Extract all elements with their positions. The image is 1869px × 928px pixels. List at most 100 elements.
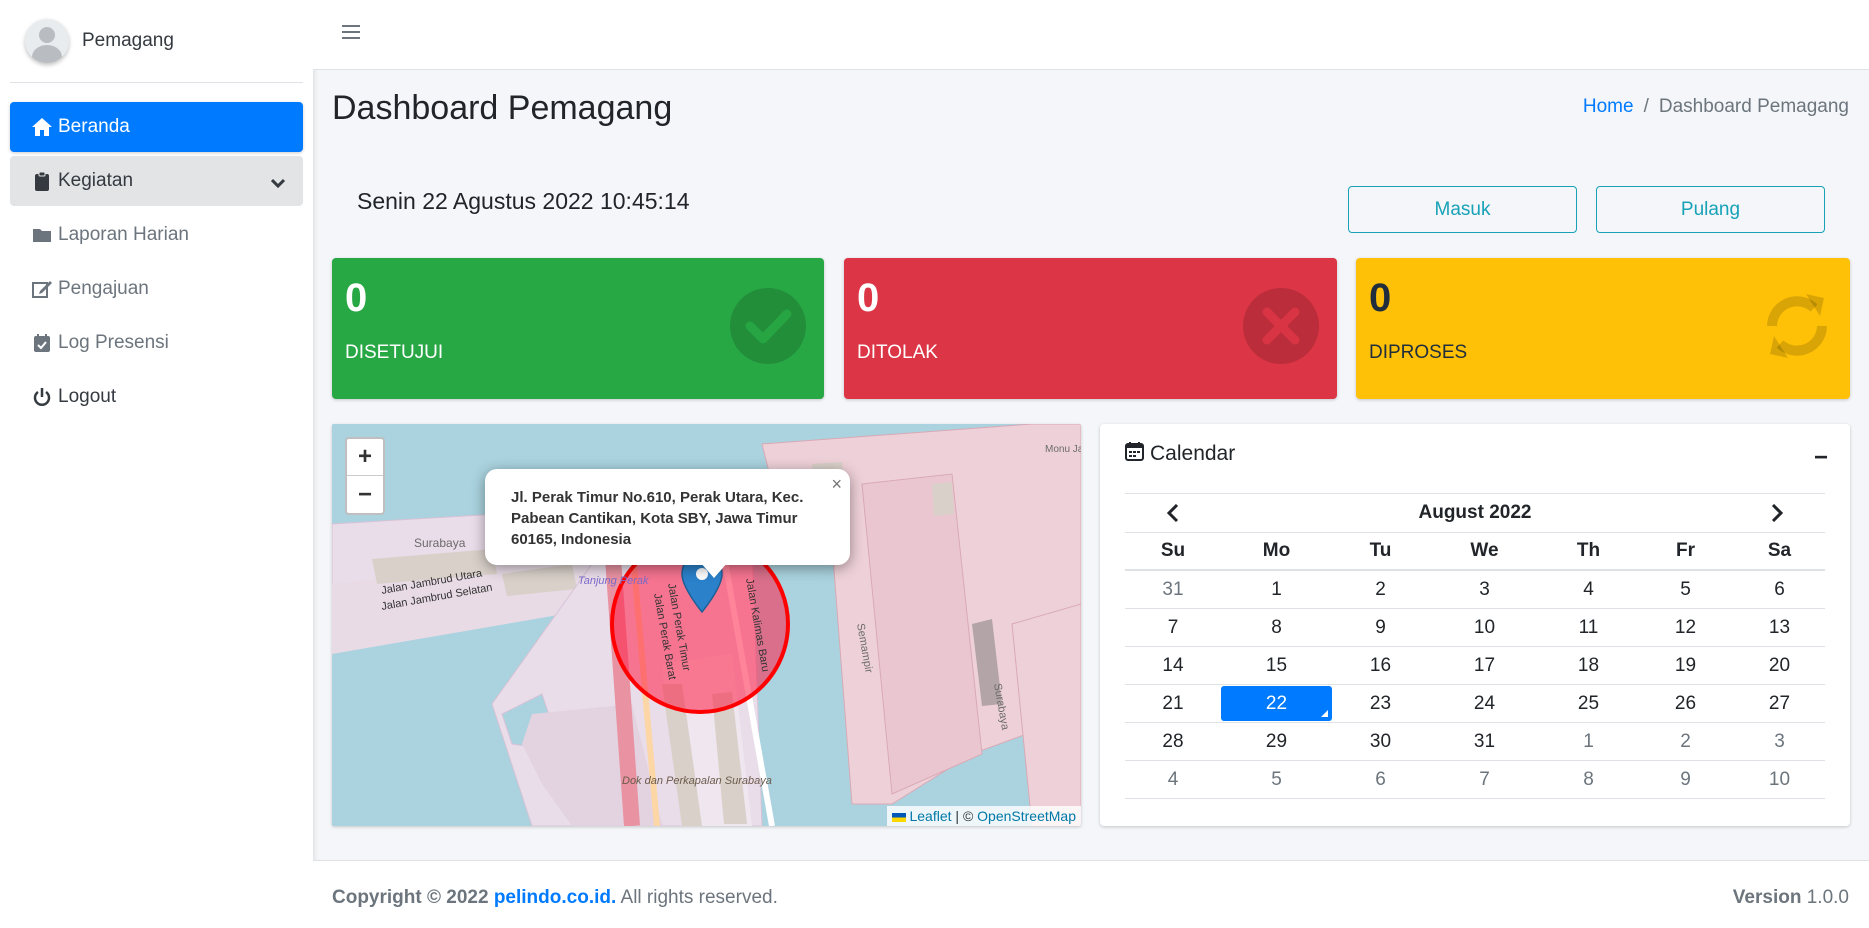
calendar-day[interactable]: 6 xyxy=(1332,761,1429,798)
breadcrumb-current: Dashboard Pemagang xyxy=(1658,96,1849,117)
zoom-out-button[interactable]: − xyxy=(347,476,383,513)
calendar-day[interactable]: 9 xyxy=(1332,609,1429,646)
calendar-day[interactable]: 27 xyxy=(1734,685,1825,722)
calendar-day[interactable]: 5 xyxy=(1221,761,1332,798)
version-label: Version xyxy=(1732,887,1802,908)
calendar-day[interactable]: 17 xyxy=(1429,647,1540,684)
calendar-day[interactable]: 20 xyxy=(1734,647,1825,684)
calendar-day[interactable]: 10 xyxy=(1734,761,1825,798)
calendar-week: 7 8 9 10 11 12 13 xyxy=(1125,609,1825,647)
location-map[interactable]: Surabaya Jalan Jambrud Utara Jalan Jambr… xyxy=(332,424,1081,826)
sidebar-item-log-presensi[interactable]: Log Presensi xyxy=(10,318,303,368)
openstreetmap-link[interactable]: OpenStreetMap xyxy=(977,808,1076,824)
calendar-day[interactable]: 19 xyxy=(1637,647,1734,684)
sidebar-item-beranda[interactable]: Beranda xyxy=(10,102,303,152)
attribution-separator: | © xyxy=(955,808,974,824)
calendar-day[interactable]: 10 xyxy=(1429,609,1540,646)
check-circle-icon xyxy=(730,288,806,370)
zoom-in-button[interactable]: + xyxy=(347,439,383,476)
map-popup: × Jl. Perak Timur No.610, Perak Utara, K… xyxy=(485,469,850,565)
calendar-day[interactable]: 3 xyxy=(1734,723,1825,760)
calendar-day[interactable]: 31 xyxy=(1125,571,1221,608)
sidebar-item-pengajuan[interactable]: Pengajuan xyxy=(10,264,303,314)
sidebar-item-label: Logout xyxy=(58,386,117,407)
calendar-day[interactable]: 21 xyxy=(1125,685,1221,722)
calendar-day[interactable]: 8 xyxy=(1221,609,1332,646)
calendar-day[interactable]: 31 xyxy=(1429,723,1540,760)
calendar-day[interactable]: 2 xyxy=(1332,571,1429,608)
sidebar-item-laporan-harian[interactable]: Laporan Harian xyxy=(10,210,303,260)
calendar-day[interactable]: 29 xyxy=(1221,723,1332,760)
menu-toggle-icon[interactable] xyxy=(342,24,360,46)
masuk-button[interactable]: Masuk xyxy=(1348,186,1577,233)
weekday: Fr xyxy=(1676,540,1695,561)
user-name: Pemagang xyxy=(82,30,174,51)
calendar-day[interactable]: 11 xyxy=(1540,609,1637,646)
calendar-day[interactable]: 1 xyxy=(1540,723,1637,760)
calendar-day[interactable]: 8 xyxy=(1540,761,1637,798)
calendar-title: Calendar xyxy=(1150,442,1236,465)
calendar-day[interactable]: 25 xyxy=(1540,685,1637,722)
calendar-day[interactable]: 30 xyxy=(1332,723,1429,760)
clipboard-icon xyxy=(30,170,54,192)
card-title: Calendar xyxy=(1125,441,1235,467)
map-label-surabaya: Surabaya xyxy=(414,536,466,550)
calendar-day[interactable]: 26 xyxy=(1637,685,1734,722)
calendar-day[interactable]: 23 xyxy=(1332,685,1429,722)
calendar-day[interactable]: 7 xyxy=(1429,761,1540,798)
calendar-day[interactable]: 13 xyxy=(1734,609,1825,646)
sidebar-item-logout[interactable]: Logout xyxy=(10,372,303,422)
calendar-header: August 2022 xyxy=(1125,493,1825,533)
folder-icon xyxy=(30,224,54,246)
ukraine-flag-icon xyxy=(891,812,906,822)
calendar-day[interactable]: 2 xyxy=(1637,723,1734,760)
calendar-day[interactable]: 5 xyxy=(1637,571,1734,608)
rights-text: All rights reserved. xyxy=(620,887,778,908)
stat-box-disetujui: 0 DISETUJUI xyxy=(332,258,824,399)
calendar-day[interactable]: 9 xyxy=(1637,761,1734,798)
sidebar-item-kegiatan[interactable]: Kegiatan xyxy=(10,156,303,206)
calendar-day[interactable]: 3 xyxy=(1429,571,1540,608)
collapse-button[interactable]: − xyxy=(1814,444,1828,472)
leaflet-link[interactable]: Leaflet xyxy=(909,808,951,824)
brand-link[interactable]: pelindo.co.id. xyxy=(494,887,616,908)
calendar-day[interactable]: 28 xyxy=(1125,723,1221,760)
calendar-week: 4 5 6 7 8 9 10 xyxy=(1125,761,1825,799)
calendar-check-icon xyxy=(30,332,54,354)
footer-copyright: Copyright © 2022 pelindo.co.id. All righ… xyxy=(332,887,778,909)
weekday: We xyxy=(1470,540,1499,561)
calendar-day[interactable]: 7 xyxy=(1125,609,1221,646)
breadcrumb: Home / Dashboard Pemagang xyxy=(1583,96,1849,118)
sidebar: Pemagang Beranda Kegiatan Laporan Harian xyxy=(0,0,313,928)
calendar-day[interactable]: 15 xyxy=(1221,647,1332,684)
calendar-icon xyxy=(1125,441,1144,467)
stat-value: 0 xyxy=(345,276,368,320)
calendar-month[interactable]: August 2022 xyxy=(1419,502,1532,524)
stat-label: DIPROSES xyxy=(1369,342,1468,363)
calendar-day[interactable]: 4 xyxy=(1125,761,1221,798)
calendar-day[interactable]: 12 xyxy=(1637,609,1734,646)
calendar-day[interactable]: 6 xyxy=(1734,571,1825,608)
calendar-week: 31 1 2 3 4 5 6 xyxy=(1125,571,1825,609)
calendar-day[interactable]: 4 xyxy=(1540,571,1637,608)
stat-label: DITOLAK xyxy=(857,342,938,363)
stat-value: 0 xyxy=(1369,276,1392,320)
map-label-tanjung-perak: Tanjung Perak xyxy=(578,575,649,587)
chevron-right-icon[interactable] xyxy=(1771,503,1784,528)
calendar-day[interactable]: 18 xyxy=(1540,647,1637,684)
weekday: Tu xyxy=(1369,540,1392,561)
times-circle-icon xyxy=(1243,288,1319,370)
close-icon[interactable]: × xyxy=(831,474,842,495)
top-navbar xyxy=(313,0,1869,70)
calendar-day[interactable]: 16 xyxy=(1332,647,1429,684)
calendar-day[interactable]: 1 xyxy=(1221,571,1332,608)
user-panel[interactable]: Pemagang xyxy=(10,0,303,83)
breadcrumb-home-link[interactable]: Home xyxy=(1583,96,1634,118)
sidebar-item-label: Kegiatan xyxy=(58,170,134,191)
chevron-left-icon[interactable] xyxy=(1166,503,1179,528)
pulang-button[interactable]: Pulang xyxy=(1596,186,1825,233)
calendar-day-today[interactable]: 22 xyxy=(1221,686,1332,721)
calendar-day[interactable]: 24 xyxy=(1429,685,1540,722)
version-number: 1.0.0 xyxy=(1806,887,1849,908)
calendar-day[interactable]: 14 xyxy=(1125,647,1221,684)
